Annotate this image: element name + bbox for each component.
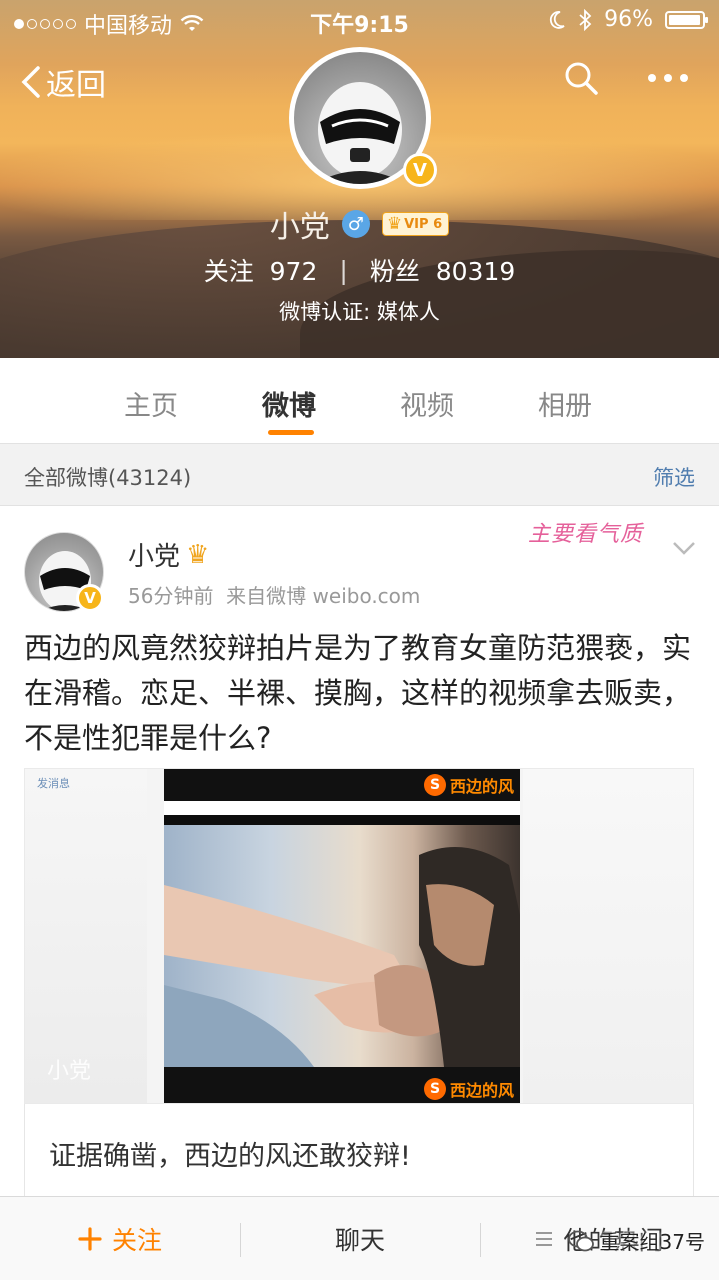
- moon-icon: [550, 10, 565, 29]
- media-logo-top: S 西边的风: [423, 773, 514, 797]
- search-icon[interactable]: [563, 60, 599, 96]
- active-tab-indicator: [268, 430, 314, 435]
- list-icon: [536, 1232, 553, 1246]
- chevron-down-icon[interactable]: [671, 540, 697, 556]
- following-count: 972: [269, 257, 318, 286]
- chat-button[interactable]: 聊天: [240, 1197, 480, 1280]
- post-filter-bar: 全部微博(43124) 筛选: [0, 444, 719, 506]
- profile-avatar[interactable]: V: [289, 47, 437, 189]
- scene-shapes: [164, 847, 520, 1067]
- verified-badge-icon: V: [403, 153, 437, 187]
- wechat-watermark: 重案组37号: [567, 1226, 705, 1255]
- fans-label: 粉丝: [369, 257, 420, 286]
- media-logo-bottom: S 西边的风: [423, 1077, 514, 1101]
- media-side-text: 发消息: [37, 777, 70, 790]
- status-bar: 中国移动 下午9:15 96%: [0, 0, 719, 40]
- video-scene: [164, 825, 520, 1067]
- post-verified-icon: V: [76, 584, 104, 612]
- back-button[interactable]: 返回: [20, 60, 106, 104]
- certification-text: 微博认证: 媒体人: [279, 300, 440, 324]
- battery-icon: [665, 10, 708, 29]
- back-label: 返回: [46, 68, 106, 103]
- fans-count: 80319: [435, 257, 516, 286]
- media-logo-text-2: 西边的风: [449, 1081, 514, 1100]
- watermark-text: 重案组37号: [599, 1230, 705, 1254]
- vip-badge[interactable]: ♛ VIP 6: [381, 212, 450, 236]
- post-card[interactable]: V 小党 ♛ 56分钟前 来自微博 weibo.com 主要看气质 西边的风竟然…: [0, 506, 719, 1206]
- post-caption-box: 证据确凿，西边的风还敢狡辩!: [24, 1104, 694, 1206]
- all-posts-count[interactable]: 全部微博(43124): [24, 462, 191, 492]
- tab-album[interactable]: 相册: [538, 384, 592, 423]
- tab-home[interactable]: 主页: [124, 384, 178, 423]
- media-watermark: 小党: [47, 1059, 92, 1084]
- video-frame: S 西边的风 S 西边的风: [164, 769, 520, 1103]
- chevron-left-icon: [21, 66, 40, 98]
- video-top-bar: S 西边的风: [164, 769, 520, 801]
- top-actions: [563, 60, 689, 96]
- post-caption: 证据确凿，西边的风还敢狡辩!: [49, 1141, 411, 1172]
- status-right: 96%: [548, 7, 708, 32]
- profile-name-row: 小党 ♂ ♛ VIP 6: [0, 202, 719, 246]
- following-label: 关注: [203, 257, 254, 286]
- crown-icon: ♛: [386, 214, 403, 234]
- card-decoration-text: 主要看气质: [528, 522, 644, 547]
- profile-name: 小党: [269, 210, 330, 245]
- wechat-icon: [567, 1230, 594, 1251]
- logo-s-icon: S: [423, 774, 446, 796]
- tab-video[interactable]: 视频: [400, 384, 454, 423]
- male-gender-icon: ♂: [341, 210, 370, 238]
- vip-label: VIP 6: [404, 216, 443, 232]
- profile-tabs: 主页 微博 视频 相册: [0, 358, 719, 444]
- profile-cover: 中国移动 下午9:15 96% 返回 V 小党 ♂ ♛ VIP 6 关注 972…: [0, 0, 719, 358]
- media-logo-text: 西边的风: [449, 777, 514, 796]
- bluetooth-icon: [579, 8, 592, 31]
- post-author-label: 小党: [128, 542, 181, 572]
- post-media-image[interactable]: 发消息 S 西边的风 S 西边的风 小党: [24, 768, 694, 1104]
- battery-fill: [669, 14, 700, 25]
- follow-label: 关注: [111, 1226, 162, 1255]
- more-icon[interactable]: [647, 73, 689, 83]
- profile-stats: 关注 972 | 粉丝 80319: [0, 252, 719, 288]
- post-source: 来自微博 weibo.com: [226, 584, 421, 608]
- post-text: 西边的风竟然狡辩拍片是为了教育女童防范猥亵，实在滑稽。恋足、半裸、摸胸，这样的视…: [24, 631, 692, 755]
- logo-s-icon: S: [423, 1078, 446, 1100]
- chat-label: 聊天: [334, 1226, 385, 1255]
- vip-crown-icon: ♛: [186, 539, 210, 570]
- post-meta: 56分钟前 来自微博 weibo.com: [128, 580, 420, 609]
- fans-stat[interactable]: 粉丝 80319: [370, 252, 515, 288]
- post-author-name[interactable]: 小党 ♛: [128, 536, 209, 573]
- post-time: 56分钟前: [128, 584, 214, 608]
- plus-icon: [78, 1227, 102, 1251]
- battery-percent: 96%: [604, 7, 653, 32]
- media-side-right: [523, 769, 693, 1103]
- stats-separator: |: [339, 255, 348, 285]
- video-bottom-bar: S 西边的风: [164, 1067, 520, 1103]
- filter-button[interactable]: 筛选: [653, 462, 695, 492]
- weibo-profile-page: 中国移动 下午9:15 96% 返回 V 小党 ♂ ♛ VIP 6 关注 972…: [0, 0, 719, 1280]
- follow-button[interactable]: 关注: [0, 1197, 240, 1280]
- tab-weibo[interactable]: 微博: [262, 384, 316, 423]
- following-stat[interactable]: 关注 972: [204, 252, 318, 288]
